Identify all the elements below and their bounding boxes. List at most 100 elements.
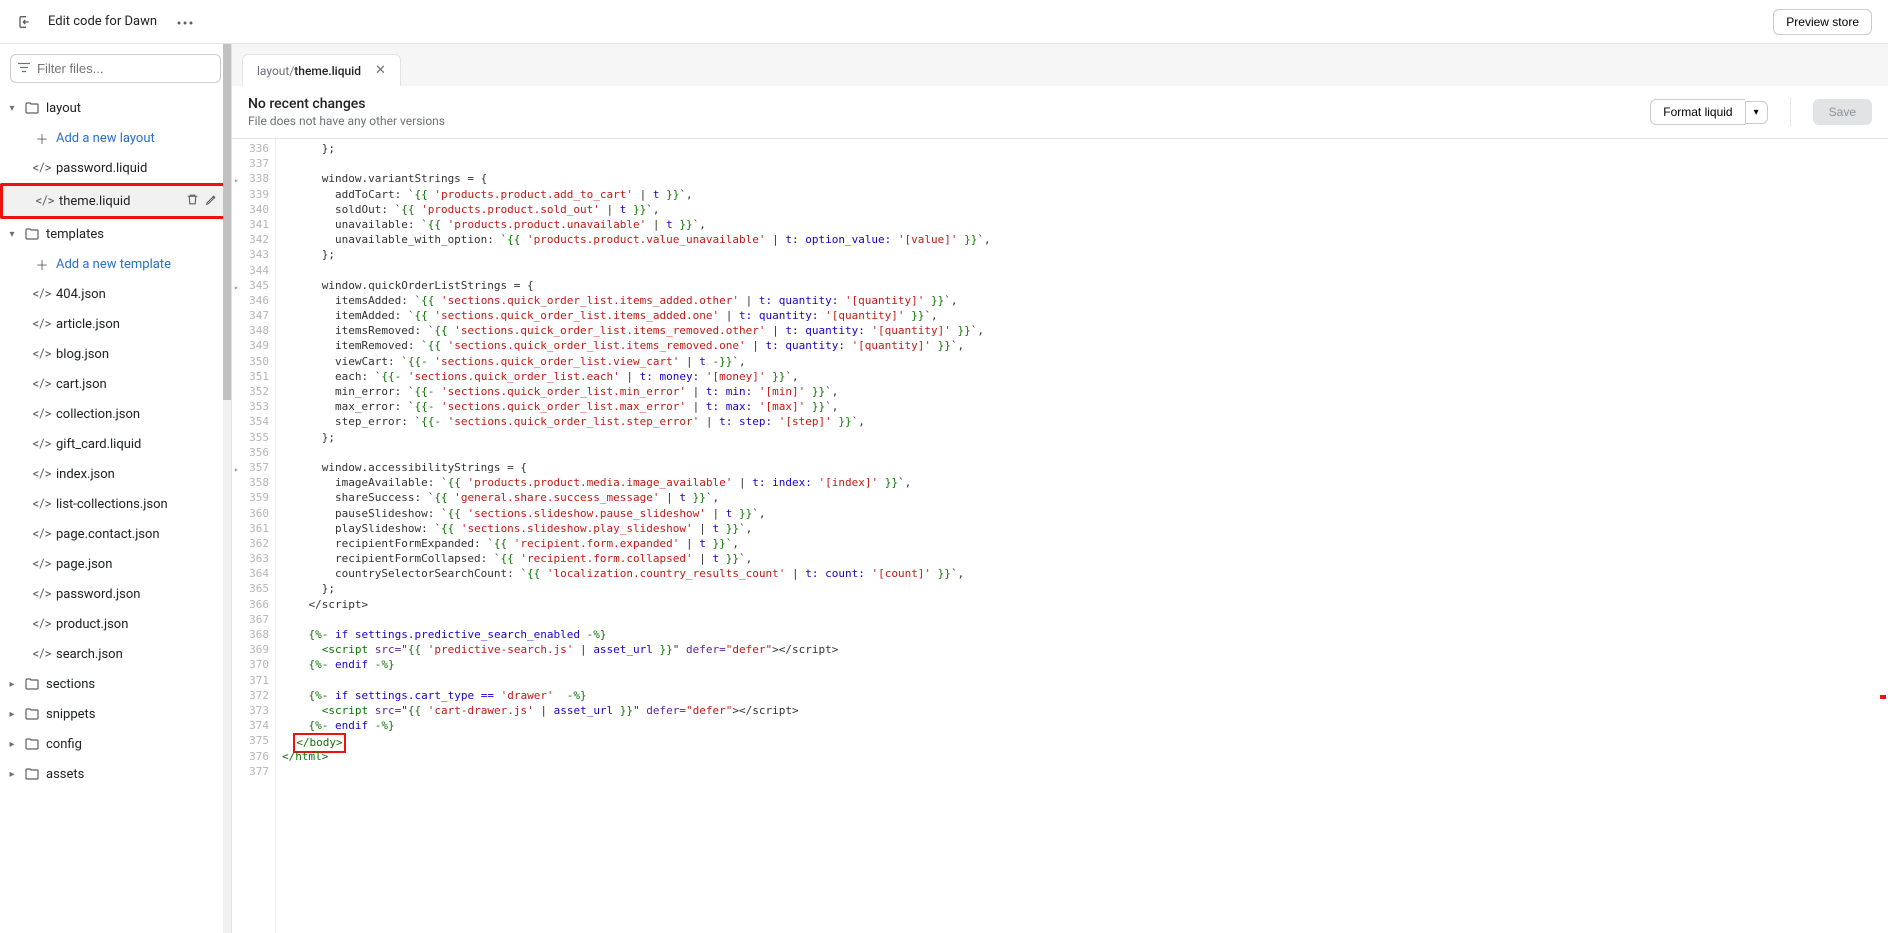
chevron-down-icon: ▾: [6, 229, 18, 240]
folder-label: layout: [46, 101, 221, 116]
code-line-371[interactable]: [282, 673, 1888, 688]
code-line-337[interactable]: [282, 156, 1888, 171]
chevron-right-icon: ▸: [6, 709, 18, 720]
code-line-358[interactable]: imageAvailable: `{{ 'products.product.me…: [282, 475, 1888, 490]
file-theme-liquid[interactable]: </> theme.liquid: [3, 186, 228, 216]
more-button[interactable]: [173, 12, 197, 31]
code-line-364[interactable]: countrySelectorSearchCount: `{{ 'localiz…: [282, 566, 1888, 581]
code-line-351[interactable]: each: `{{- 'sections.quick_order_list.ea…: [282, 369, 1888, 384]
close-tab-icon[interactable]: ✕: [375, 63, 386, 78]
file-index-json[interactable]: </>index.json: [0, 459, 231, 489]
code-line-367[interactable]: [282, 612, 1888, 627]
code-line-350[interactable]: viewCart: `{{- 'sections.quick_order_lis…: [282, 354, 1888, 369]
code-icon: </>: [34, 497, 50, 512]
code-line-361[interactable]: playSlideshow: `{{ 'sections.slideshow.p…: [282, 521, 1888, 536]
code-line-375[interactable]: </body>: [282, 733, 1888, 748]
file-collection-json[interactable]: </>collection.json: [0, 399, 231, 429]
code-line-344[interactable]: [282, 263, 1888, 278]
file-tree: ▾ layout ＋ Add a new layout </> password…: [0, 93, 231, 933]
add-new-layout[interactable]: ＋ Add a new layout: [0, 123, 231, 153]
code-icon: </>: [34, 347, 50, 362]
exit-button[interactable]: [16, 14, 32, 30]
add-new-template[interactable]: ＋ Add a new template: [0, 249, 231, 279]
code-line-347[interactable]: itemAdded: `{{ 'sections.quick_order_lis…: [282, 308, 1888, 323]
file-password-json[interactable]: </>password.json: [0, 579, 231, 609]
file-gift_card-liquid[interactable]: </>gift_card.liquid: [0, 429, 231, 459]
code-icon: </>: [34, 587, 50, 602]
code-line-355[interactable]: };: [282, 430, 1888, 445]
code-line-354[interactable]: step_error: `{{- 'sections.quick_order_l…: [282, 414, 1888, 429]
code-line-370[interactable]: {%- endif -%}: [282, 657, 1888, 672]
code-icon: </>: [34, 407, 50, 422]
file-page-contact-json[interactable]: </>page.contact.json: [0, 519, 231, 549]
folder-sections[interactable]: ▸ sections: [0, 669, 231, 699]
code-line-357[interactable]: window.accessibilityStrings = {: [282, 460, 1888, 475]
file-page-json[interactable]: </>page.json: [0, 549, 231, 579]
file-cart-json[interactable]: </>cart.json: [0, 369, 231, 399]
code-line-340[interactable]: soldOut: `{{ 'products.product.sold_out'…: [282, 202, 1888, 217]
file-blog-json[interactable]: </>blog.json: [0, 339, 231, 369]
code-line-353[interactable]: max_error: `{{- 'sections.quick_order_li…: [282, 399, 1888, 414]
folder-icon: [24, 678, 40, 690]
editor-tab[interactable]: layout/theme.liquid ✕: [242, 54, 401, 86]
code-line-341[interactable]: unavailable: `{{ 'products.product.unava…: [282, 217, 1888, 232]
code-line-346[interactable]: itemsAdded: `{{ 'sections.quick_order_li…: [282, 293, 1888, 308]
code-line-368[interactable]: {%- if settings.predictive_search_enable…: [282, 627, 1888, 642]
code-line-359[interactable]: shareSuccess: `{{ 'general.share.success…: [282, 490, 1888, 505]
code-editor[interactable]: 336337338▸339340341342343344345▸34634734…: [232, 139, 1888, 933]
folder-config[interactable]: ▸ config: [0, 729, 231, 759]
code-icon: </>: [34, 647, 50, 662]
code-line-339[interactable]: addToCart: `{{ 'products.product.add_to_…: [282, 187, 1888, 202]
code-line-345[interactable]: window.quickOrderListStrings = {: [282, 278, 1888, 293]
code-line-356[interactable]: [282, 445, 1888, 460]
filter-files-input[interactable]: [10, 54, 221, 83]
folder-layout[interactable]: ▾ layout: [0, 93, 231, 123]
code-line-349[interactable]: itemRemoved: `{{ 'sections.quick_order_l…: [282, 338, 1888, 353]
file-list-collections-json[interactable]: </>list-collections.json: [0, 489, 231, 519]
code-line-377[interactable]: [282, 764, 1888, 779]
file-product-json[interactable]: </>product.json: [0, 609, 231, 639]
folder-icon: [24, 228, 40, 240]
format-dropdown-button[interactable]: ▾: [1745, 101, 1768, 124]
code-line-365[interactable]: };: [282, 581, 1888, 596]
code-line-376[interactable]: </html>: [282, 749, 1888, 764]
code-line-369[interactable]: <script src="{{ 'predictive-search.js' |…: [282, 642, 1888, 657]
sidebar-scrollbar[interactable]: [223, 44, 231, 933]
folder-templates[interactable]: ▾ templates: [0, 219, 231, 249]
file-password-liquid[interactable]: </> password.liquid: [0, 153, 231, 183]
file-search-json[interactable]: </>search.json: [0, 639, 231, 669]
code-icon: </>: [34, 161, 50, 176]
folder-icon: [24, 102, 40, 114]
code-line-374[interactable]: {%- endif -%}: [282, 718, 1888, 733]
editor-scrollbar[interactable]: [1874, 139, 1888, 933]
folder-assets[interactable]: ▸ assets: [0, 759, 231, 789]
code-line-360[interactable]: pauseSlideshow: `{{ 'sections.slideshow.…: [282, 506, 1888, 521]
code-line-348[interactable]: itemsRemoved: `{{ 'sections.quick_order_…: [282, 323, 1888, 338]
rename-file-icon[interactable]: [205, 193, 218, 210]
file-article-json[interactable]: </>article.json: [0, 309, 231, 339]
code-line-343[interactable]: };: [282, 247, 1888, 262]
folder-icon: [24, 708, 40, 720]
code-line-338[interactable]: window.variantStrings = {: [282, 171, 1888, 186]
plus-icon: ＋: [34, 129, 50, 148]
file-404-json[interactable]: </>404.json: [0, 279, 231, 309]
folder-snippets[interactable]: ▸ snippets: [0, 699, 231, 729]
code-line-373[interactable]: <script src="{{ 'cart-drawer.js' | asset…: [282, 703, 1888, 718]
delete-file-icon[interactable]: [186, 193, 199, 210]
code-line-362[interactable]: recipientFormExpanded: `{{ 'recipient.fo…: [282, 536, 1888, 551]
code-line-363[interactable]: recipientFormCollapsed: `{{ 'recipient.f…: [282, 551, 1888, 566]
format-liquid-button[interactable]: Format liquid: [1650, 99, 1744, 125]
code-line-366[interactable]: </script>: [282, 597, 1888, 612]
code-line-372[interactable]: {%- if settings.cart_type == 'drawer' -%…: [282, 688, 1888, 703]
code-content[interactable]: }; window.variantStrings = { addToCart: …: [276, 139, 1888, 933]
topbar: Edit code for Dawn Preview store: [0, 0, 1888, 44]
save-button[interactable]: Save: [1813, 99, 1872, 125]
folder-icon: [24, 738, 40, 750]
folder-label: templates: [46, 227, 221, 242]
code-line-336[interactable]: };: [282, 141, 1888, 156]
code-line-352[interactable]: min_error: `{{- 'sections.quick_order_li…: [282, 384, 1888, 399]
preview-store-button[interactable]: Preview store: [1773, 9, 1872, 35]
main: ▾ layout ＋ Add a new layout </> password…: [0, 44, 1888, 933]
code-line-342[interactable]: unavailable_with_option: `{{ 'products.p…: [282, 232, 1888, 247]
folder-icon: [24, 768, 40, 780]
